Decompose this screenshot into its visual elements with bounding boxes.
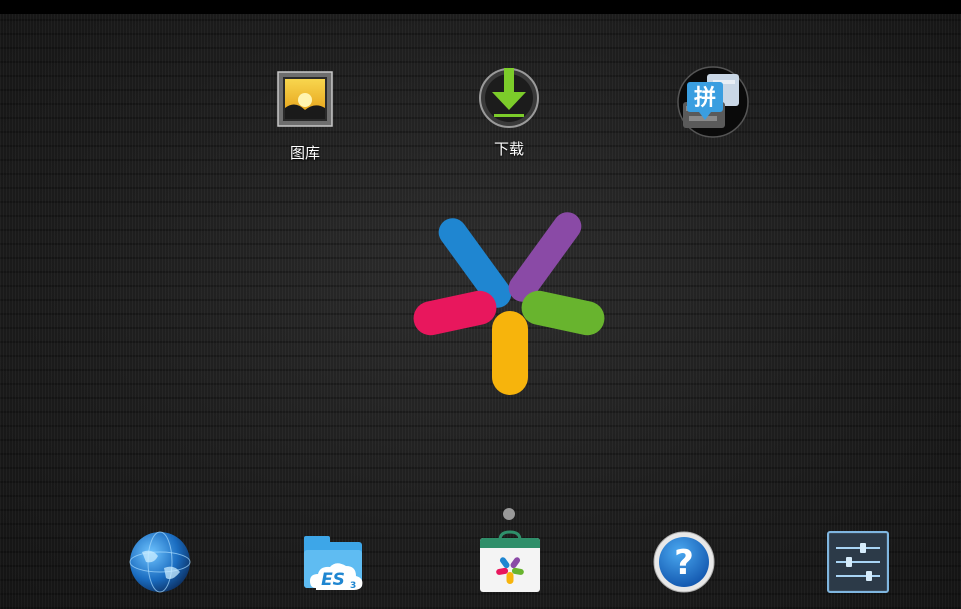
app-label: 下载 (493, 140, 524, 158)
dock-settings[interactable] (826, 530, 890, 594)
brand-logo (400, 205, 620, 405)
dock-app-store[interactable] (478, 530, 542, 594)
help-glyph: ? (674, 543, 694, 583)
dock-es-file-explorer[interactable]: ES 3 (302, 530, 366, 594)
status-bar (0, 0, 961, 14)
es-file-explorer-icon: ES 3 (304, 536, 363, 591)
logo-petal-pink (413, 290, 497, 336)
pinyin-glyph: 拼 (694, 85, 716, 111)
home-screen: 图库 下载 拼 ES 3 ? (0, 0, 961, 609)
app-pinyin-input[interactable]: 拼 (653, 66, 773, 138)
es-version: 3 (350, 581, 356, 591)
globe-icon (129, 531, 191, 593)
dock-browser[interactable] (128, 530, 192, 594)
app-gallery[interactable]: 图库 (245, 70, 365, 163)
logo-petal-green (521, 290, 605, 336)
app-label: 图库 (289, 144, 320, 162)
gallery-icon (273, 70, 337, 134)
page-indicator-dot (503, 508, 515, 520)
settings-sliders-icon (827, 531, 889, 593)
logo-petal-yellow (492, 311, 528, 395)
download-icon (477, 66, 541, 130)
es-text: ES (321, 570, 345, 590)
dock-help[interactable]: ? (652, 530, 716, 594)
help-icon: ? (653, 531, 715, 593)
pinyin-keyboard-icon: 拼 (677, 66, 749, 138)
app-store-bag-icon (480, 530, 540, 592)
app-downloads[interactable]: 下载 (449, 66, 569, 159)
